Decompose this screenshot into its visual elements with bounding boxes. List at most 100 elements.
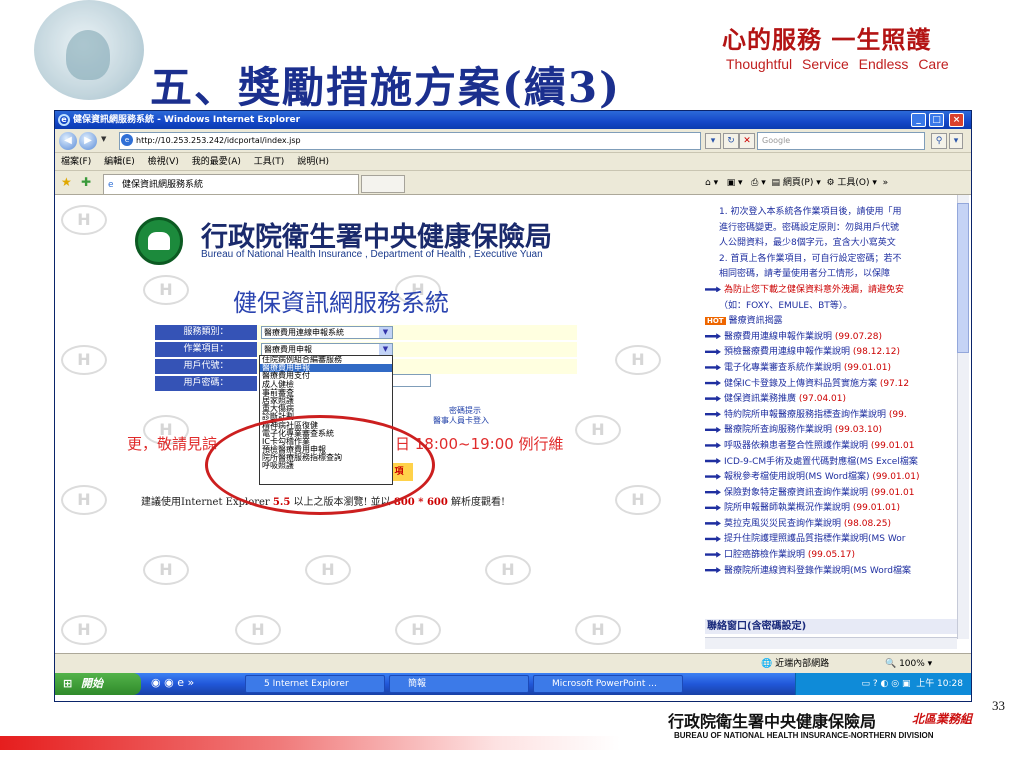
refresh-icon[interactable]: ↻ — [723, 133, 739, 149]
news-item-link[interactable]: 口腔癌篩檢作業說明 (99.05.17) — [705, 548, 959, 564]
ie-icon: e — [58, 114, 70, 126]
windows-logo-icon: ⊞ — [63, 677, 73, 690]
search-input[interactable]: Google — [757, 132, 925, 150]
nhi-logo-icon — [135, 217, 183, 265]
news-warning-line: （如：FOXY、EMULE、BT等）。 — [719, 300, 853, 311]
window-titlebar[interactable]: e 健保資訊網服務系統 - Windows Internet Explorer … — [55, 111, 971, 129]
watermark-icon: H — [61, 205, 107, 235]
feeds-icon[interactable]: ▣ ▾ — [727, 178, 743, 188]
print-icon[interactable]: ⎙ ▾ — [751, 178, 766, 188]
stop-icon[interactable]: ✕ — [739, 133, 755, 149]
news-item-link[interactable]: 電子化專業審查系統作業說明 (99.01.01) — [705, 361, 959, 377]
slogan-english: Thoughtful Service Endless Care — [726, 56, 949, 72]
news-item-link[interactable]: 預檢醫療費用連線申報作業說明 (98.12.12) — [705, 345, 959, 361]
watermark-icon: H — [485, 555, 531, 585]
search-icon[interactable]: ⚲ — [931, 133, 947, 149]
news-item-link[interactable]: 報稅參考檔使用說明(MS Word檔案) (99.01.01) — [705, 470, 959, 486]
add-favorite-icon[interactable]: ✚ — [81, 175, 91, 189]
menu-favorites[interactable]: 我的最愛(A) — [192, 157, 241, 167]
news-item-link[interactable]: ICD-9-CM手術及處置代碼對應檔(MS Excel檔案 — [705, 455, 959, 471]
news-item-link[interactable]: 特約院所申報醫療服務指標查詢作業說明 (99. — [705, 408, 959, 424]
status-bar: 🌐 近端內部網路 🔍 100% ▾ — [55, 653, 971, 673]
clock: 上午 10:28 — [916, 679, 963, 689]
watermark-icon: H — [143, 275, 189, 305]
start-button[interactable]: ⊞ 開始 — [55, 673, 141, 695]
page-menu[interactable]: ▤ 網頁(P) ▾ — [772, 178, 821, 188]
news-warning-link[interactable]: 為防止您下載之健保資料意外洩漏，請避免安 — [705, 283, 959, 299]
service-type-select[interactable]: 醫療費用連線申報系統 ▼ — [261, 326, 393, 339]
footer-accent-bar — [0, 736, 620, 750]
taskbar-folder[interactable]: 簡報 — [389, 675, 529, 693]
url-input[interactable]: http://10.253.253.242/idcportal/index.js… — [119, 132, 701, 150]
new-tab-button[interactable] — [361, 175, 405, 193]
tab-title: 健保資訊網服務系統 — [122, 180, 204, 190]
page-number: 33 — [992, 698, 1005, 713]
forward-icon[interactable]: ▶ — [79, 132, 97, 150]
system-title: 健保資訊網服務系統 — [233, 289, 449, 317]
news-intro-line: 人公開資料，最少8個字元，宜含大小寫英文 — [719, 238, 896, 249]
maximize-button[interactable]: □ — [929, 113, 944, 127]
news-item-link[interactable]: 呼吸器依賴患者整合性照護作業說明 (99.01.01 — [705, 439, 959, 455]
news-intro-line: 1. 初次登入本系統各作業項目後，請使用「用 — [719, 207, 902, 217]
news-item-link[interactable]: 院所申報醫師執業概況作業說明 (99.01.01) — [705, 501, 959, 517]
close-button[interactable]: × — [949, 113, 964, 127]
minimize-button[interactable]: _ — [911, 113, 926, 127]
news-item-link[interactable]: 提升住院護理照護品質指標作業說明(MS Wor — [705, 532, 959, 548]
window-title: 健保資訊網服務系統 - Windows Internet Explorer — [73, 115, 301, 125]
search-options-icon[interactable]: ▾ — [949, 133, 963, 149]
menu-tools[interactable]: 工具(T) — [254, 157, 285, 167]
watermark-icon: H — [61, 615, 107, 645]
footer-org-name: 行政院衛生署中央健康保險局 — [668, 712, 877, 731]
system-tray: ▭ ? ◐ ◎ ▣ 上午 10:28 — [795, 673, 971, 695]
toolbar-overflow-icon[interactable]: » — [883, 178, 889, 188]
news-intro-line: 相同密碼，請考量使用者分工情形，以保障 — [719, 269, 891, 280]
news-item-link[interactable]: 健保資訊業務推廣 (97.04.01) — [705, 392, 959, 408]
user-id-label: 用戶代號： — [155, 359, 257, 374]
taskbar-powerpoint[interactable]: Microsoft PowerPoint ... — [533, 675, 683, 693]
news-item-link[interactable]: 醫療費用連線申報作業說明 (99.07.28) — [705, 330, 959, 346]
tools-menu[interactable]: ⚙ 工具(O) ▾ — [826, 178, 876, 188]
news-item-link[interactable]: 醫療院所連線資料登錄作業說明(MS Word檔案 — [705, 564, 959, 580]
menu-bar: 檔案(F) 編輯(E) 檢視(V) 我的最愛(A) 工具(T) 說明(H) — [55, 153, 971, 171]
taskbar-ie[interactable]: 5 Internet Explorer — [245, 675, 385, 693]
footer-org-english: BUREAU OF NATIONAL HEALTH INSURANCE-NORT… — [674, 731, 934, 740]
tray-icons[interactable]: ▭ ? ◐ ◎ ▣ — [862, 679, 914, 689]
horizontal-scrollbar[interactable] — [705, 637, 957, 649]
menu-help[interactable]: 說明(H) — [297, 157, 329, 167]
card-login-link[interactable]: 醫事人員卡登入 — [433, 415, 489, 426]
contact-window-link[interactable]: 聯絡窗口(含密碼設定) — [705, 619, 961, 634]
news-item-link[interactable]: 保險對象特定醫療資訊查詢作業說明 (99.01.01 — [705, 486, 959, 502]
watermark-icon: H — [305, 555, 351, 585]
favorites-star-icon[interactable]: ★ — [61, 175, 72, 189]
home-icon[interactable]: ⌂ ▾ — [705, 178, 718, 188]
command-bar: ⌂ ▾ ▣ ▾ ⎙ ▾ ▤ 網頁(P) ▾ ⚙ 工具(O) ▾ » — [705, 171, 969, 195]
zoom-control[interactable]: 🔍 100% ▾ — [885, 654, 932, 674]
chevron-down-icon: ▼ — [379, 327, 392, 338]
chevron-down-icon: ▼ — [379, 344, 392, 355]
ie-window: e 健保資訊網服務系統 - Windows Internet Explorer … — [54, 110, 972, 702]
tab-active[interactable]: e 健保資訊網服務系統 — [103, 174, 359, 194]
quick-launch-icons[interactable]: ◉ ◉ e » — [151, 676, 194, 689]
menu-view[interactable]: 檢視(V) — [148, 157, 179, 167]
watermark-icon: H — [575, 415, 621, 445]
history-dropdown-icon[interactable]: ▼ — [101, 135, 106, 143]
tab-page-icon: e — [108, 180, 114, 190]
watermark-icon: H — [235, 615, 281, 645]
watermark-icon: H — [395, 615, 441, 645]
news-hot-link[interactable]: HOT 醫療資訊揭露 — [705, 314, 959, 330]
page-content: H H H H H H H H H H H H H H H H 行政院衛生署中央… — [55, 195, 971, 653]
watermark-icon: H — [61, 485, 107, 515]
menu-file[interactable]: 檔案(F) — [61, 157, 91, 167]
news-item-link[interactable]: 莫拉克風災災民查詢作業說明 (98.08.25) — [705, 517, 959, 533]
back-icon[interactable]: ◀ — [59, 132, 77, 150]
menu-edit[interactable]: 編輯(E) — [104, 157, 135, 167]
news-item-link[interactable]: 醫療院所查詢服務作業說明 (99.03.10) — [705, 423, 959, 439]
url-dropdown-icon[interactable]: ▾ — [705, 133, 721, 149]
scrollbar-thumb[interactable] — [957, 203, 969, 353]
tab-bar: ★ ✚ e 健保資訊網服務系統 ⌂ ▾ ▣ ▾ ⎙ ▾ ▤ 網頁(P) ▾ ⚙ … — [55, 171, 971, 195]
highlight-ellipse — [205, 415, 435, 515]
news-panel: 1. 初次登入本系統各作業項目後，請使用「用 進行密碼變更。密碼設定原則：勿與用戶… — [705, 205, 959, 645]
zone-label: 🌐 近端內部網路 — [761, 659, 830, 669]
service-type-label: 服務類別： — [155, 325, 257, 340]
news-item-link[interactable]: 健保IC卡登錄及上傳資料品質實施方案 (97.12 — [705, 377, 959, 393]
